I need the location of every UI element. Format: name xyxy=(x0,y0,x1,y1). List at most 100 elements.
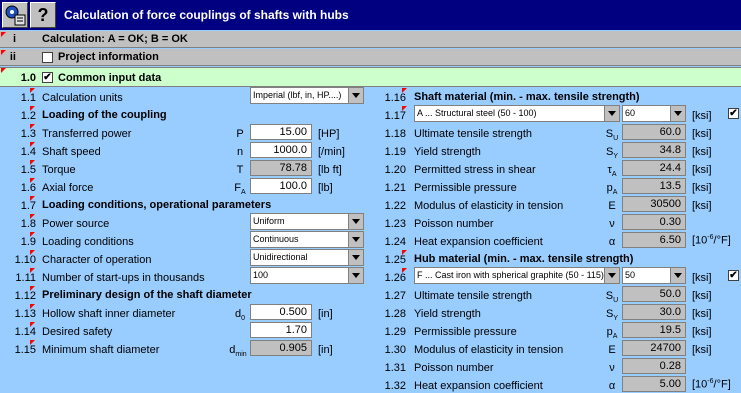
gear-calculator-icon[interactable] xyxy=(2,2,28,28)
unit: [ksi] xyxy=(692,110,712,122)
comment-marker xyxy=(30,178,35,183)
symbol-subscript: U xyxy=(613,135,619,143)
row-number: 1.16 xyxy=(384,92,406,104)
shaft-ultimate-tensile-strength-value: 60.0 xyxy=(622,124,686,140)
symbol-subscript: min xyxy=(235,351,247,359)
comment-marker xyxy=(30,268,35,273)
row-number: 1.4 xyxy=(20,146,36,158)
chevron-down-icon[interactable] xyxy=(670,106,685,121)
chevron-down-icon[interactable] xyxy=(348,214,363,229)
comment-marker xyxy=(30,88,35,93)
chevron-down-icon[interactable] xyxy=(604,106,619,121)
common-input-data-checkbox[interactable]: ✔ xyxy=(42,72,53,83)
row-number: 1.18 xyxy=(384,128,406,140)
row-number: 1.9 xyxy=(20,236,36,248)
symbol: E xyxy=(608,344,616,356)
hub-strength-select[interactable]: 50 xyxy=(622,267,686,284)
row-number: i xyxy=(12,33,16,45)
comment-marker xyxy=(30,304,35,309)
shaft-material-select[interactable]: A ... Structural steel (50 - 100) xyxy=(414,105,620,122)
row-number: 1.28 xyxy=(384,308,406,320)
section-heading-hub-material: Hub material (min. - max. tensile streng… xyxy=(414,253,634,265)
calculation-status-band[interactable]: i Calculation: A = OK; B = OK xyxy=(0,31,741,48)
power-source-label: Power source xyxy=(42,218,110,230)
chevron-down-icon[interactable] xyxy=(348,250,363,265)
symbol-subscript: A xyxy=(612,189,618,197)
loading-conditions-select[interactable]: Continuous xyxy=(250,231,364,248)
symbol: n xyxy=(236,146,244,158)
unit: [ksi] xyxy=(692,272,712,284)
hub-strength-value: 50 xyxy=(625,270,636,280)
symbol-subscript: 0 xyxy=(241,315,246,323)
comment-marker xyxy=(30,196,35,201)
row-number: 1.23 xyxy=(384,218,406,230)
unit-text: /°F] xyxy=(713,378,731,391)
hub-modulus-value: 24700 xyxy=(622,340,686,356)
common-input-data-band[interactable]: 1.0 ✔ Common input data xyxy=(0,67,741,87)
symbol: α xyxy=(608,236,616,248)
help-button[interactable]: ? xyxy=(30,2,56,28)
unit: [ksi] xyxy=(692,182,712,194)
row-number: 1.13 xyxy=(14,308,36,320)
row-number: 1.17 xyxy=(384,110,406,122)
unit: [ksi] xyxy=(692,344,712,356)
project-information-band[interactable]: ii Project information xyxy=(0,49,741,66)
power-source-select[interactable]: Uniform xyxy=(250,213,364,230)
row-number: 1.25 xyxy=(384,254,406,266)
comment-marker xyxy=(30,142,35,147)
calculation-units-value: Imperial (lbf, in, HP....) xyxy=(253,90,342,100)
chevron-down-icon[interactable] xyxy=(670,268,685,283)
symbol: α xyxy=(608,380,616,392)
calculation-units-select[interactable]: Imperial (lbf, in, HP....) xyxy=(250,87,364,104)
row-number: 1.8 xyxy=(20,218,36,230)
transferred-power-label: Transferred power xyxy=(42,128,132,140)
character-of-operation-select[interactable]: Unidirectional xyxy=(250,249,364,266)
symbol: P xyxy=(236,128,244,140)
unit: [in] xyxy=(318,308,333,320)
unit: [10-6/°F] xyxy=(692,234,731,247)
chevron-down-icon[interactable] xyxy=(348,232,363,247)
row-number: 1.0 xyxy=(20,72,36,84)
window-title: Calculation of force couplings of shafts… xyxy=(64,8,349,22)
common-input-data-label: Common input data xyxy=(58,72,162,84)
section-heading-shaft-material: Shaft material (min. - max. tensile stre… xyxy=(414,91,640,103)
unit: [ksi] xyxy=(692,200,712,212)
transferred-power-input[interactable]: 15.00 xyxy=(250,124,312,140)
hollow-shaft-label: Hollow shaft inner diameter xyxy=(42,308,176,320)
row-number: 1.19 xyxy=(384,146,406,158)
symbol-subscript: U xyxy=(613,297,619,305)
permissible-pressure-label: Permissible pressure xyxy=(414,182,517,194)
shaft-speed-input[interactable]: 1000.0 xyxy=(250,142,312,158)
chevron-down-icon[interactable] xyxy=(348,268,363,283)
character-of-operation-label: Character of operation xyxy=(42,254,152,266)
project-information-checkbox[interactable] xyxy=(42,52,53,63)
ultimate-tensile-strength-label: Ultimate tensile strength xyxy=(414,290,532,302)
symbol: τA xyxy=(600,164,624,178)
hollow-shaft-input[interactable]: 0.500 xyxy=(250,304,312,320)
axial-force-input[interactable]: 100.0 xyxy=(250,178,312,194)
unit: [lb] xyxy=(318,182,333,194)
comment-marker xyxy=(30,286,35,291)
comment-marker xyxy=(30,160,35,165)
symbol: E xyxy=(608,200,616,212)
symbol: SY xyxy=(600,146,624,160)
hub-permissible-pressure-value: 19.5 xyxy=(622,322,686,338)
hub-material-checkbox[interactable]: ✔ xyxy=(728,270,739,281)
shaft-material-checkbox[interactable]: ✔ xyxy=(728,108,739,119)
hub-material-select[interactable]: F ... Cast iron with spherical graphite … xyxy=(414,267,620,284)
start-ups-select[interactable]: 100 xyxy=(250,267,364,284)
row-number: 1.5 xyxy=(20,164,36,176)
shaft-strength-select[interactable]: 60 xyxy=(622,105,686,122)
symbol: ν xyxy=(609,218,615,230)
symbol-subscript: A xyxy=(612,333,618,341)
yield-strength-label: Yield strength xyxy=(414,308,481,320)
shaft-yield-strength-value: 34.8 xyxy=(622,142,686,158)
heat-expansion-label: Heat expansion coefficient xyxy=(414,236,543,248)
row-number: 1.11 xyxy=(15,272,36,284)
desired-safety-input[interactable]: 1.70 xyxy=(250,322,312,338)
chevron-down-icon[interactable] xyxy=(348,88,363,103)
chevron-down-icon[interactable] xyxy=(604,268,619,283)
unit: [ksi] xyxy=(692,326,712,338)
row-number: 1.29 xyxy=(384,326,406,338)
hub-material-value: F ... Cast iron with spherical graphite … xyxy=(417,270,604,280)
